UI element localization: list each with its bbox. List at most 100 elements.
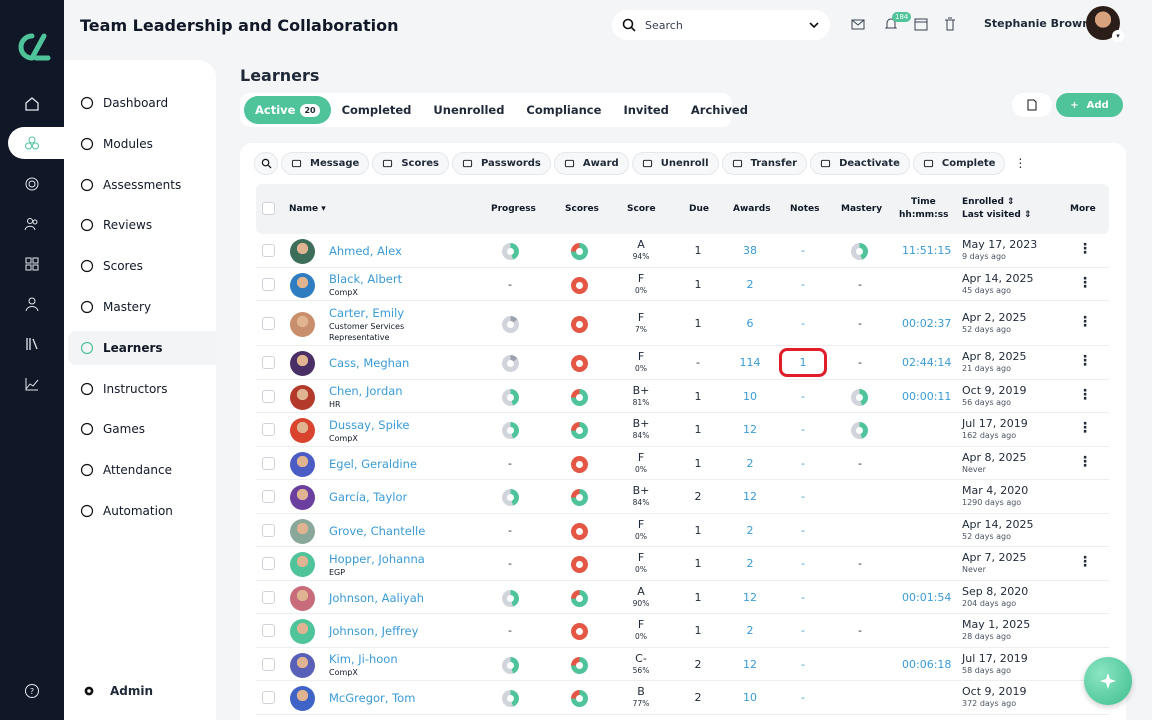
col-progress[interactable]: Progress	[491, 204, 536, 214]
table-row[interactable]: Kim, Ji-hoon CompX C- 56% 2 12 - 00:06:18 Jul 17…	[256, 648, 1109, 681]
col-last-visited[interactable]: Last visited ⇕	[962, 210, 1032, 220]
row-checkbox[interactable]	[262, 316, 275, 330]
scores-button[interactable]: Scores	[372, 151, 449, 175]
col-enrolled[interactable]: Enrolled ⇕	[962, 197, 1015, 207]
tab-archived[interactable]: Archived	[680, 96, 759, 124]
sidebar-item-games[interactable]: Games	[68, 412, 216, 446]
avatar[interactable]	[290, 552, 315, 577]
sidebar-item-dashboard[interactable]: Dashboard	[68, 86, 216, 120]
row-checkbox[interactable]	[262, 557, 275, 570]
avatar[interactable]	[290, 619, 315, 644]
person-icon[interactable]	[20, 292, 44, 316]
time-link[interactable]: 02:44:14	[902, 356, 951, 369]
table-row[interactable]: Carter, Emily Customer Services Represent…	[256, 301, 1109, 346]
home-icon[interactable]	[20, 92, 44, 116]
sidebar-item-scores[interactable]: Scores	[68, 249, 216, 283]
progress-pie[interactable]	[502, 422, 519, 439]
progress-pie[interactable]	[502, 656, 519, 674]
mail-icon[interactable]	[850, 16, 866, 32]
row-more-icon[interactable]: ⋮	[1078, 554, 1092, 570]
mastery-pie[interactable]	[851, 243, 868, 260]
row-checkbox[interactable]	[262, 590, 275, 604]
table-row[interactable]: Grove, Chantelle - F 0% 1 2 - Apr 14, 2025 52 da…	[256, 514, 1109, 547]
avatar[interactable]	[290, 311, 315, 337]
library-icon[interactable]	[20, 332, 44, 356]
avatar[interactable]	[290, 585, 315, 611]
table-row[interactable]: Black, Albert CompX - F 0% 1 2 - - Apr 14, 2025 45…	[256, 268, 1109, 301]
progress-pie[interactable]	[502, 690, 519, 707]
table-row[interactable]: Johnson, Jeffrey - F 0% 1 2 - - May 1, 2025 28 da…	[256, 614, 1109, 648]
awards-link[interactable]: 2	[736, 278, 764, 291]
mastery-pie[interactable]	[851, 388, 868, 406]
ai-assistant-button[interactable]	[1084, 657, 1132, 705]
time-link[interactable]: 00:02:37	[902, 317, 951, 330]
awards-link[interactable]: 2	[736, 624, 764, 637]
add-button[interactable]: + Add	[1056, 93, 1123, 117]
scores-pie[interactable]	[571, 388, 588, 406]
table-row[interactable]: Cass, Meghan F 0% -114 1-02:44:14 Apr 8, 2025…	[256, 346, 1109, 380]
row-checkbox[interactable]	[262, 356, 275, 369]
tab-invited[interactable]: Invited	[612, 96, 679, 124]
awards-link[interactable]: 2	[736, 557, 764, 570]
calendar-icon[interactable]	[913, 16, 929, 32]
group-icon[interactable]	[20, 212, 44, 236]
avatar[interactable]: ▾	[1086, 6, 1124, 42]
learner-name-link[interactable]: Johnson, Aaliyah	[329, 591, 424, 605]
search-input[interactable]: Search	[612, 10, 830, 40]
learner-name-link[interactable]: Hopper, Johanna	[329, 552, 425, 566]
row-checkbox[interactable]	[262, 277, 275, 291]
learner-name-link[interactable]: McGregor, Tom	[329, 691, 415, 705]
notes-link[interactable]: -	[793, 317, 813, 330]
message-button[interactable]: Message	[281, 151, 370, 175]
notes-link[interactable]: -	[793, 624, 813, 637]
table-row[interactable]: Ahmed, Alex A 94% 1 38-11:51:15 May 17, 2023 9…	[256, 234, 1109, 268]
chevron-down-icon[interactable]: ▾	[1112, 30, 1124, 42]
learner-name-link[interactable]: Carter, Emily	[329, 306, 404, 320]
transfer-button[interactable]: Transfer	[721, 151, 808, 175]
awards-link[interactable]: 12	[736, 423, 764, 436]
learner-name-link[interactable]: García, Taylor	[329, 490, 407, 504]
scores-pie[interactable]	[571, 589, 588, 607]
table-row[interactable]: Johnson, Aaliyah A 90% 1 12 - 00:01:54 Sep 8, 2…	[256, 581, 1109, 614]
progress-pie[interactable]	[502, 388, 519, 406]
notes-link[interactable]: -	[793, 658, 813, 671]
col-score[interactable]: Score	[627, 204, 656, 214]
scrollbar[interactable]	[1144, 0, 1152, 720]
avatar[interactable]	[290, 418, 315, 443]
awards-link[interactable]: 114	[736, 356, 764, 369]
col-name[interactable]: Name ▾	[289, 204, 326, 214]
network-icon[interactable]	[8, 127, 68, 159]
scores-pie[interactable]	[571, 690, 588, 707]
sidebar-item-mastery[interactable]: Mastery	[68, 290, 216, 324]
deactivate-button[interactable]: Deactivate	[810, 151, 910, 175]
sidebar-item-attendance[interactable]: Attendance	[68, 453, 216, 487]
sidebar-item-automation[interactable]: Automation	[68, 494, 216, 528]
trash-icon[interactable]	[942, 16, 958, 32]
progress-pie[interactable]	[502, 315, 519, 333]
sidebar-item-reviews[interactable]: Reviews	[68, 208, 216, 242]
row-checkbox[interactable]	[262, 691, 275, 704]
progress-pie[interactable]	[502, 243, 519, 260]
awards-link[interactable]: 12	[736, 591, 764, 604]
table-row[interactable]: Chen, Jordan HR B+ 81% 1 10 - 00:00:11 Oct 9, 20…	[256, 380, 1109, 413]
learner-name-link[interactable]: Black, Albert	[329, 272, 402, 286]
target-icon[interactable]	[20, 172, 44, 196]
col-notes[interactable]: Notes	[790, 204, 819, 214]
row-more-icon[interactable]: ⋮	[1078, 275, 1092, 291]
user-name[interactable]: Stephanie Brown	[984, 17, 1090, 30]
col-scores[interactable]: Scores	[565, 204, 599, 214]
sidebar-item-assessments[interactable]: Assessments	[68, 168, 216, 202]
table-row[interactable]: Egel, Geraldine - F 0% 1 2 - - Apr 8, 2025 Never ⋮	[256, 447, 1109, 480]
time-link[interactable]: 00:00:11	[902, 390, 951, 403]
row-checkbox[interactable]	[262, 490, 275, 503]
notes-link[interactable]: -	[793, 457, 813, 470]
notes-link[interactable]: -	[793, 490, 813, 503]
mastery-pie[interactable]	[851, 422, 868, 439]
learner-name-link[interactable]: Johnson, Jeffrey	[329, 624, 418, 638]
avatar[interactable]	[290, 451, 315, 477]
more-actions-icon[interactable]: ⋮	[1008, 156, 1032, 170]
unenroll-button[interactable]: Unenroll	[631, 151, 719, 175]
time-link[interactable]: 00:06:18	[902, 658, 951, 671]
avatar[interactable]	[290, 485, 315, 510]
row-more-icon[interactable]: ⋮	[1078, 241, 1092, 257]
